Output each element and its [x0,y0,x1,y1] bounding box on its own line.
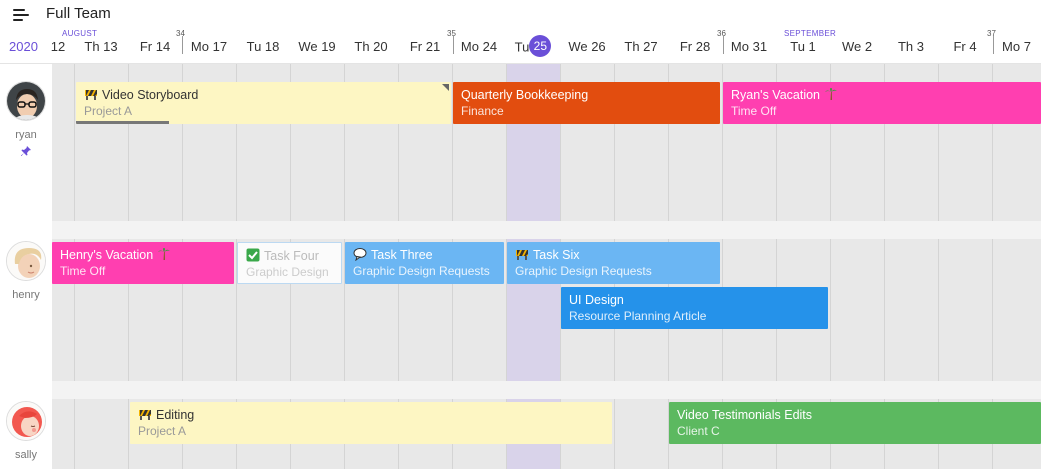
week-number: 35 [447,29,456,38]
day-label[interactable]: Fr 14 [128,39,182,54]
task-title: Video Testimonials Edits [677,408,813,422]
today-date-badge: 25 [529,35,552,57]
task-title-row: Ryan's Vacation [731,87,1033,103]
task-ryans-vacation[interactable]: Ryan's Vacation Time Off [723,82,1041,124]
task-ui-design[interactable]: UI Design Resource Planning Article [561,287,828,329]
task-title: Task Three [371,248,433,262]
day-label-today[interactable]: Tu 25 [506,35,560,57]
day-label[interactable]: Fr 28 [668,39,722,54]
task-title: Editing [156,408,195,422]
palm-tree-icon [824,88,837,100]
task-six[interactable]: Task Six Graphic Design Requests [507,242,720,284]
task-henrys-vacation[interactable]: Henry's Vacation Time Off [52,242,234,284]
user-sally[interactable]: sally [0,401,52,461]
task-four[interactable]: Task Four Graphic Design [237,242,342,284]
construction-icon [516,250,528,260]
task-video-storyboard[interactable]: Video Storyboard Project A [76,82,451,124]
avatar[interactable] [6,241,46,281]
top-bar: Full Team [0,0,1041,28]
task-title-row: Task Three [353,247,496,263]
row-separator [52,221,1041,239]
task-project: Graphic Design Requests [353,264,490,278]
task-title: Ryan's Vacation [731,88,821,102]
user-ryan[interactable]: ryan [0,81,52,162]
day-label[interactable]: Th 3 [884,39,938,54]
day-label[interactable]: Fr 21 [398,39,452,54]
day-label[interactable]: Th 13 [74,39,128,54]
task-progress-bar [76,121,169,124]
task-project: Finance [461,104,504,118]
task-quarterly-bookkeeping[interactable]: Quarterly Bookkeeping Finance [453,82,720,124]
task-title-row: Video Storyboard [84,87,443,103]
task-project: Resource Planning Article [569,309,707,323]
day-label[interactable]: Mo 17 [182,39,236,54]
day-label[interactable]: Tu 1 [776,39,830,54]
week-number: 34 [176,29,185,38]
task-project: Graphic Design [246,265,329,279]
menu-icon[interactable] [13,8,31,22]
task-title-row: Editing [138,407,604,423]
task-project: Graphic Design Requests [515,264,652,278]
day-label[interactable]: Mo 7 [992,39,1041,54]
task-project: Project A [138,424,187,438]
palm-tree-icon [157,248,170,260]
task-project: Project A [84,104,133,118]
task-project: Client C [677,424,720,438]
task-editing[interactable]: Editing Project A [130,402,612,444]
task-title: UI Design [569,293,624,307]
month-label-august: AUGUST [62,29,98,38]
team-title[interactable]: Full Team [46,5,111,22]
task-title: Video Storyboard [102,88,199,102]
task-project: Time Off [60,264,106,278]
task-title: Task Six [533,248,580,262]
today-weekday: Tu [514,39,530,55]
task-three[interactable]: Task Three Graphic Design Requests [345,242,504,284]
day-label[interactable]: Mo 24 [452,39,506,54]
row-separator [52,381,1041,399]
day-label[interactable]: We 19 [290,39,344,54]
user-name: sally [14,449,37,461]
day-label[interactable]: Mo 31 [722,39,776,54]
construction-icon [85,90,97,100]
avatar[interactable] [6,81,46,121]
task-title-row: Task Six [515,247,712,263]
day-label[interactable]: Th 27 [614,39,668,54]
day-label[interactable]: Fr 4 [938,39,992,54]
task-project: Time Off [731,104,777,118]
user-name: ryan [15,129,37,141]
task-corner-marker [442,84,449,91]
task-title-row: Henry's Vacation [60,247,226,263]
pin-icon[interactable] [20,144,32,162]
date-header: 2020 AUGUST SEPTEMBER 34 35 36 37 12 Th … [0,28,1041,64]
task-title: Quarterly Bookkeeping [461,88,589,102]
avatar[interactable] [6,401,46,441]
day-label[interactable]: Tu 18 [236,39,290,54]
week-number: 36 [717,29,726,38]
task-video-testimonials-edits[interactable]: Video Testimonials Edits Client C [669,402,1041,444]
day-label[interactable]: We 26 [560,39,614,54]
task-title-row: Task Four [246,248,333,264]
day-label[interactable]: We 2 [830,39,884,54]
month-label-september: SEPTEMBER [784,29,837,38]
user-column: ryan henry sally [0,64,52,469]
task-title: Task Four [264,249,319,263]
task-title: Henry's Vacation [60,248,154,262]
user-henry[interactable]: henry [0,241,52,301]
construction-icon [139,410,151,420]
speech-bubble-icon [353,248,367,261]
user-name: henry [12,289,40,301]
day-label[interactable]: Th 20 [344,39,398,54]
week-number: 37 [987,29,996,38]
check-box-icon [246,248,260,262]
